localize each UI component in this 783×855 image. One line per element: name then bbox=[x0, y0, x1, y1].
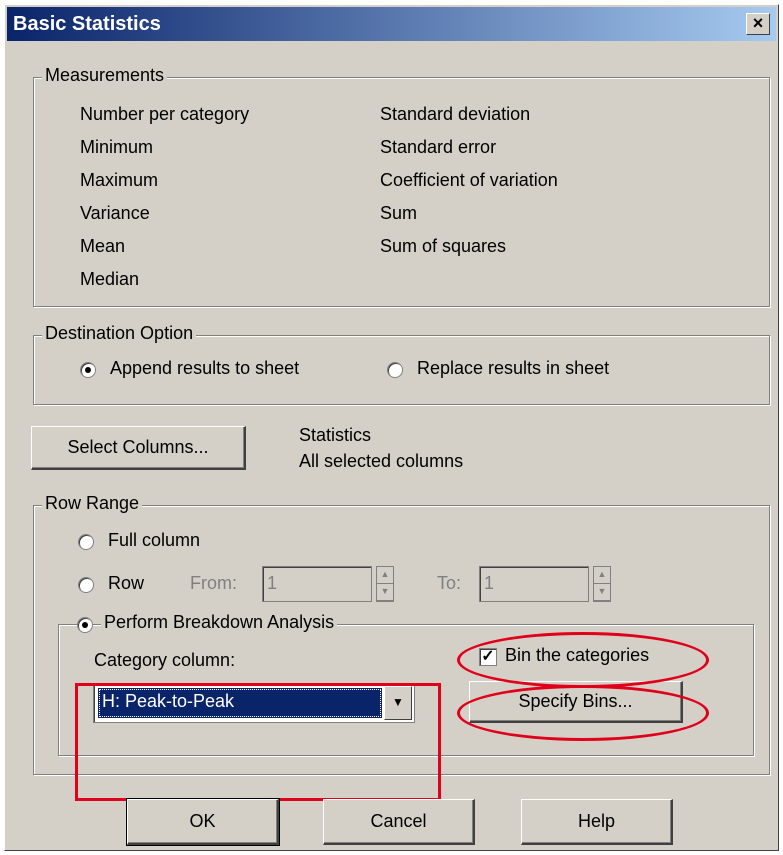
row-radio[interactable] bbox=[78, 577, 94, 593]
select-columns-button[interactable]: Select Columns... bbox=[31, 426, 246, 470]
measurement-item: Mean bbox=[80, 236, 126, 256]
columns-info: All selected columns bbox=[299, 451, 464, 471]
measurement-item: Standard deviation bbox=[380, 104, 531, 124]
ok-button[interactable]: OK bbox=[126, 798, 280, 846]
breakdown-radio[interactable] bbox=[77, 617, 93, 633]
annotation-oval-bin bbox=[457, 632, 709, 688]
statistics-label: Statistics bbox=[299, 425, 372, 445]
breakdown-legend[interactable]: Perform Breakdown Analysis bbox=[101, 612, 338, 633]
append-label[interactable]: Append results to sheet bbox=[110, 358, 299, 379]
measurement-item: Coefficient of variation bbox=[380, 170, 558, 190]
to-spinner[interactable]: ▲ ▼ bbox=[593, 566, 611, 602]
annotation-oval-specify bbox=[457, 685, 709, 741]
title-bar[interactable]: Basic Statistics × bbox=[7, 7, 776, 41]
destination-group: Destination Option Append results to she… bbox=[33, 323, 770, 405]
to-label: To: bbox=[437, 573, 462, 593]
measurement-item: Variance bbox=[80, 203, 150, 223]
help-button[interactable]: Help bbox=[521, 799, 673, 845]
replace-radio[interactable] bbox=[387, 362, 403, 378]
measurement-item: Minimum bbox=[80, 137, 154, 157]
full-column-radio[interactable] bbox=[78, 534, 94, 550]
replace-label[interactable]: Replace results in sheet bbox=[417, 358, 609, 379]
measurement-item: Maximum bbox=[80, 170, 159, 190]
cancel-button[interactable]: Cancel bbox=[323, 799, 475, 845]
from-field[interactable]: 1 bbox=[262, 566, 372, 602]
destination-legend: Destination Option bbox=[42, 323, 197, 344]
measurement-item: Standard error bbox=[380, 137, 497, 157]
measurements-group: Measurements Number per category Minimum… bbox=[33, 65, 770, 307]
measurement-item: Median bbox=[80, 269, 140, 289]
measurements-legend: Measurements bbox=[42, 65, 168, 86]
category-column-label: Category column: bbox=[94, 650, 236, 670]
annotation-rectangle bbox=[75, 683, 441, 801]
from-label: From: bbox=[190, 573, 237, 593]
to-field[interactable]: 1 bbox=[479, 566, 589, 602]
measurement-item: Sum bbox=[380, 203, 418, 223]
append-radio[interactable] bbox=[80, 362, 96, 378]
from-spinner[interactable]: ▲ ▼ bbox=[376, 566, 394, 602]
full-column-label[interactable]: Full column bbox=[108, 530, 200, 551]
basic-statistics-dialog: Basic Statistics × Measurements Number p… bbox=[4, 4, 779, 851]
row-range-legend: Row Range bbox=[42, 493, 143, 514]
measurement-item: Sum of squares bbox=[380, 236, 507, 256]
row-label[interactable]: Row bbox=[108, 573, 144, 594]
window-title: Basic Statistics bbox=[13, 13, 161, 35]
close-icon[interactable]: × bbox=[746, 13, 770, 35]
measurement-item: Number per category bbox=[80, 104, 250, 124]
